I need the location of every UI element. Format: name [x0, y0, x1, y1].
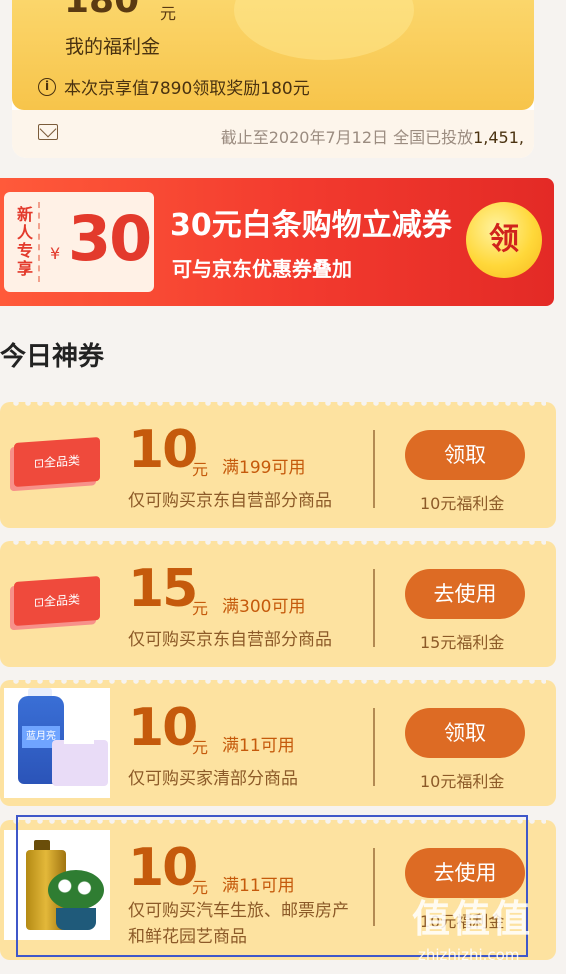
coupon-card: ⊡全品类 10 元 满199可用 仅可购买京东自营部分商品 领取 10元福利金 — [0, 400, 556, 528]
use-coupon-button[interactable]: 去使用 — [405, 569, 525, 619]
new-user-coupon-banner[interactable]: 新人专享 ¥ 30 30元白条购物立减券 可与京东优惠券叠加 领 — [0, 178, 554, 306]
section-title: 今日神券 — [0, 342, 105, 372]
coupon-condition: 满199可用 — [222, 458, 306, 478]
reward-info[interactable]: i 本次京享值7890领取奖励180元 — [38, 74, 310, 99]
stats-row: 截止至2020年7月12日 全国已投放1,451, — [12, 110, 534, 158]
banner-subtitle: 可与京东优惠券叠加 — [172, 257, 352, 281]
tissue-box — [52, 730, 108, 786]
welfare-card: 180 元 我的福利金 i 本次京享值7890领取奖励180元 截止至2020年… — [12, 0, 534, 158]
welfare-amount-unit: 元 — [160, 4, 177, 23]
coupon-reward: 10元福利金 — [420, 494, 505, 513]
coupon-unit: 元 — [192, 738, 209, 757]
coupon-amount: 10 — [128, 420, 198, 480]
coupon-condition: 满11可用 — [222, 736, 295, 756]
product-image: 蓝月亮 — [4, 688, 110, 798]
divider — [373, 430, 375, 508]
divider — [373, 708, 375, 786]
claim-coupon-button[interactable]: 领取 — [405, 430, 525, 480]
coupon-reward: 10元福利金 — [420, 772, 505, 791]
info-icon: i — [38, 77, 56, 96]
ticket-yen-sign: ¥ — [50, 244, 61, 263]
coupon-ticket: 新人专享 ¥ 30 — [4, 192, 154, 292]
ticket-amount: 30 — [68, 202, 152, 275]
welfare-amount: 180 — [64, 0, 140, 21]
coupon-unit: 元 — [192, 460, 209, 479]
banner-title: 30元白条购物立减券 — [170, 208, 452, 243]
decorative-swirl — [234, 0, 414, 60]
welfare-header: 180 元 我的福利金 i 本次京享值7890领取奖励180元 — [12, 0, 534, 110]
coupon-card: 蓝月亮 10 元 满11可用 仅可购买家清部分商品 领取 10元福利金 — [0, 678, 556, 806]
coupon-card: ⊡全品类 15 元 满300可用 仅可购买京东自营部分商品 去使用 15元福利金 — [0, 539, 556, 667]
watermark-url: zhizhizhi.com — [418, 946, 520, 964]
coupon-description: 仅可购买京东自营部分商品 — [128, 491, 332, 511]
message-icon[interactable] — [38, 124, 58, 140]
category-tag: ⊡全品类 — [14, 436, 100, 488]
coupon-description: 仅可购买家清部分商品 — [128, 769, 298, 789]
coupon-unit: 元 — [192, 599, 209, 618]
coupon-reward: 15元福利金 — [420, 633, 505, 652]
coupon-description: 仅可购买京东自营部分商品 — [128, 630, 332, 650]
divider — [373, 569, 375, 647]
deadline-count: 1,451, — [473, 128, 524, 147]
welfare-label: 我的福利金 — [65, 36, 161, 58]
watermark-logo: 值值值 — [412, 897, 533, 941]
category-tag: ⊡全品类 — [14, 575, 100, 627]
ticket-side-label: 新人专享 — [10, 202, 40, 282]
coupon-amount: 10 — [128, 698, 198, 758]
claim-button[interactable]: 领 — [466, 202, 542, 278]
claim-coupon-button[interactable]: 领取 — [405, 708, 525, 758]
reward-info-text: 本次京享值7890领取奖励180元 — [64, 79, 310, 99]
coupon-condition: 满300可用 — [222, 597, 306, 617]
deadline-text: 截止至2020年7月12日 全国已投放1,451, — [220, 128, 524, 147]
coupon-amount: 15 — [128, 559, 198, 619]
